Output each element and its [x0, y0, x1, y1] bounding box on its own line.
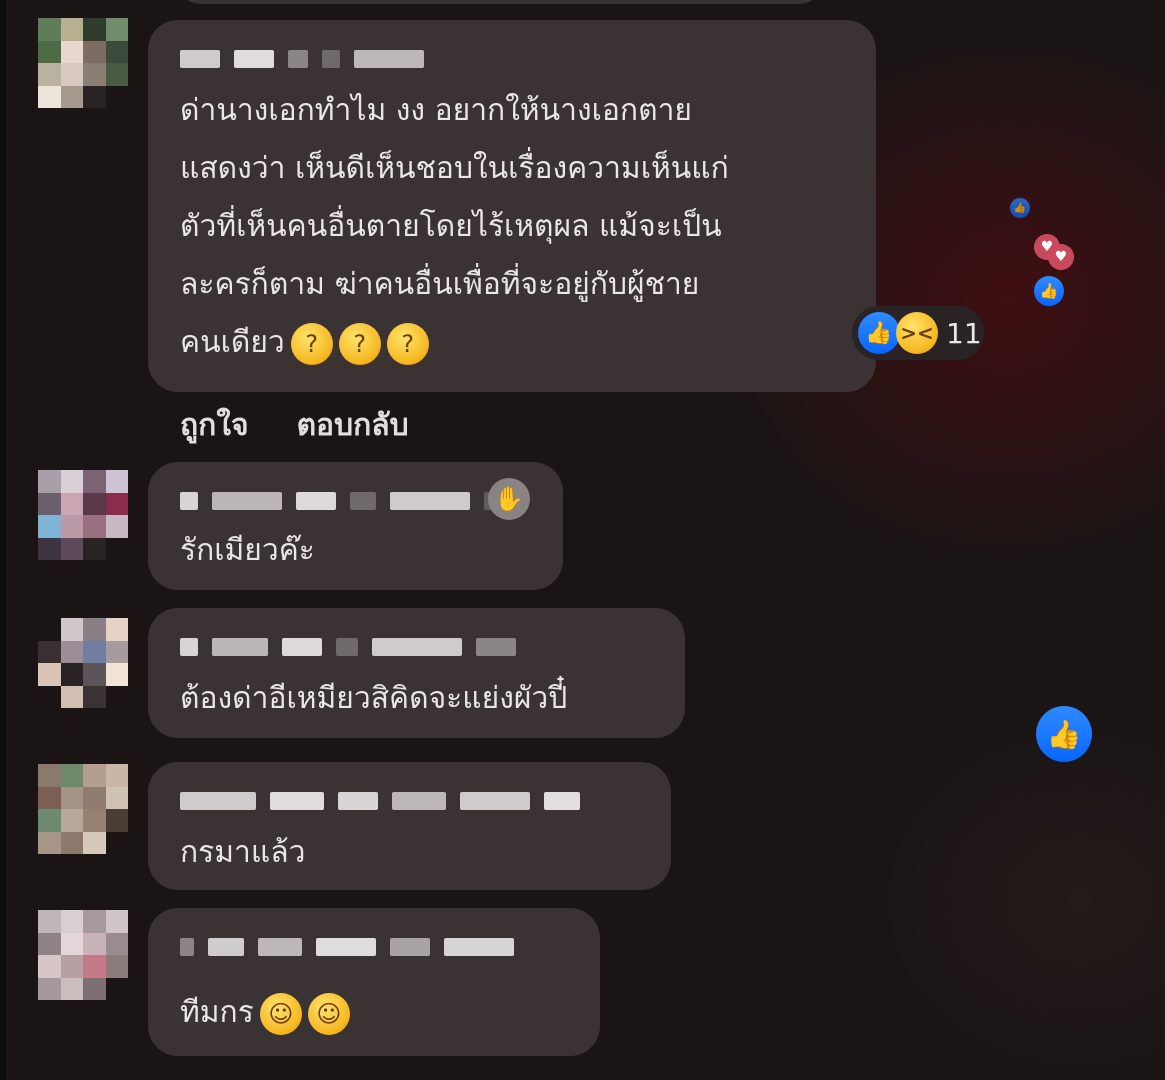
thinking-face-icon: ? [338, 322, 381, 365]
comment-bubble: ทีมกร ☺ ☺ [148, 908, 600, 1056]
comment-text-body: ทีมกร [180, 995, 254, 1030]
comment-text: ทีมกร ☺ ☺ [180, 984, 350, 1042]
floating-like-icon: 👍 [1010, 198, 1030, 218]
left-edge [0, 0, 6, 1080]
avatar[interactable] [38, 618, 128, 708]
comment-text: กรมาแล้ว [180, 835, 306, 870]
avatar[interactable] [38, 764, 128, 854]
floating-like-icon: 👍 [1036, 706, 1092, 762]
comment-text: รักเมียวค๊ะ [180, 533, 315, 568]
previous-comment-bubble-edge [175, 0, 825, 4]
avatar[interactable] [38, 910, 128, 1000]
thinking-face-icon: ? [290, 322, 333, 365]
reaction-summary[interactable]: 👍 >< 11 [852, 306, 984, 360]
commenter-name-blurred[interactable] [180, 786, 580, 816]
thinking-face-icon: ? [386, 322, 429, 365]
comment-text: ต้องด่าอีเหมียวสิคิดจะแย่งผัวปี๋ [180, 681, 568, 716]
grinning-face-icon: ☺ [307, 992, 350, 1035]
commenter-name-blurred[interactable] [180, 44, 424, 74]
floating-love-icon: ♥ [1048, 244, 1074, 270]
comment-bubble: ต้องด่าอีเหมียวสิคิดจะแย่งผัวปี๋ [148, 608, 685, 738]
reaction-count: 11 [946, 316, 982, 350]
comment-bubble: กรมาแล้ว [148, 762, 671, 890]
comment-text-body: ด่านางเอกทำไม งง อยากให้นางเอกตาย แสดงว่… [180, 93, 729, 360]
waving-hand-icon: ✋ [488, 478, 530, 520]
commenter-name-blurred[interactable] [180, 932, 514, 962]
grinning-face-icon: ☺ [259, 992, 302, 1035]
reply-button[interactable]: ตอบกลับ [297, 402, 409, 449]
commenter-name-blurred[interactable] [180, 486, 502, 516]
comment-actions: ถูกใจ ตอบกลับ [180, 402, 409, 449]
avatar[interactable] [38, 18, 128, 108]
comment-text: ด่านางเอกทำไม งง อยากให้นางเอกตาย แสดงว่… [180, 82, 729, 372]
comment-bubble: ด่านางเอกทำไม งง อยากให้นางเอกตาย แสดงว่… [148, 20, 876, 392]
like-icon: 👍 [858, 312, 900, 354]
commenter-name-blurred[interactable] [180, 632, 516, 662]
floating-like-icon: 👍 [1034, 276, 1064, 306]
like-button[interactable]: ถูกใจ [180, 402, 249, 449]
haha-icon: >< [896, 312, 938, 354]
avatar[interactable] [38, 470, 128, 560]
